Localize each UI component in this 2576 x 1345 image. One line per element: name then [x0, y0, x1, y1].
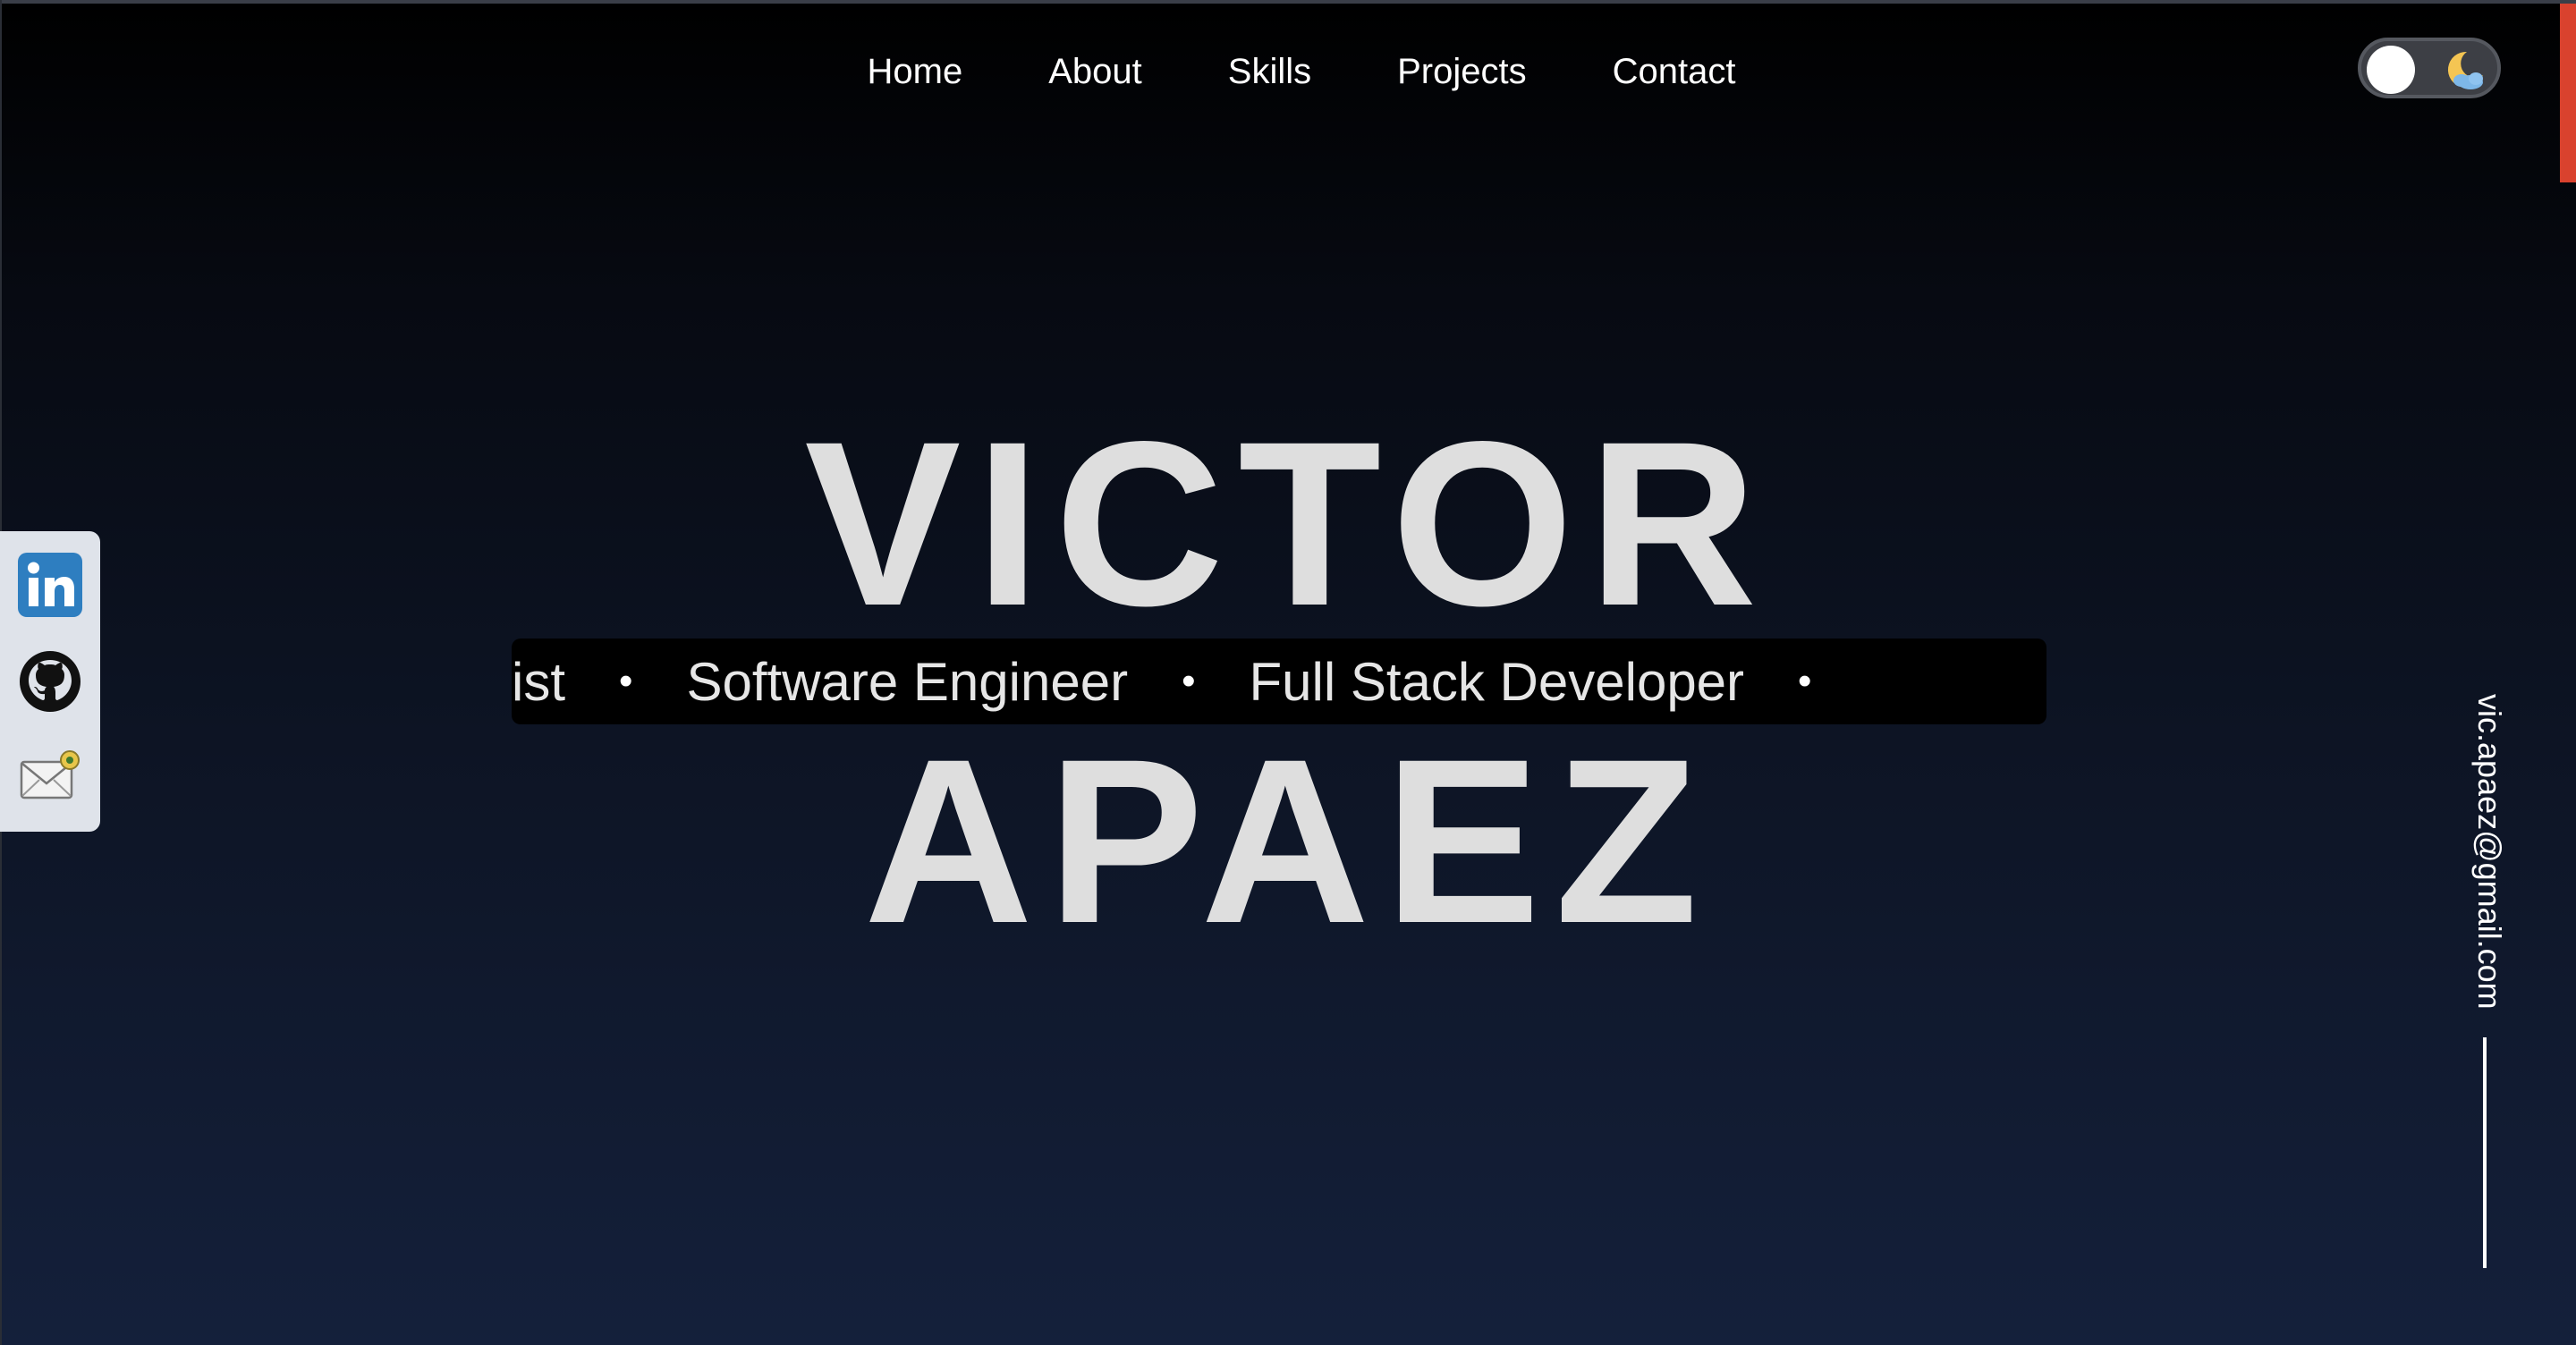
- marquee-separator: •: [619, 659, 633, 703]
- theme-toggle[interactable]: [2358, 38, 2501, 98]
- github-icon[interactable]: [16, 647, 84, 715]
- marquee-separator: •: [1182, 659, 1196, 703]
- side-email-container: vic.apaez@gmail.com: [2458, 694, 2521, 1034]
- toggle-knob: [2367, 46, 2415, 94]
- main-nav: Home About Skills Projects Contact: [0, 47, 2576, 97]
- nav-home-link[interactable]: Home: [825, 47, 1006, 97]
- side-email-link[interactable]: vic.apaez@gmail.com: [2471, 694, 2508, 1010]
- marquee-item: cialist: [512, 651, 566, 712]
- email-icon[interactable]: [16, 746, 84, 814]
- nav-links: Home About Skills Projects Contact: [825, 47, 1779, 97]
- moon-cloud-icon: [2447, 51, 2483, 89]
- nav-contact-link[interactable]: Contact: [1570, 47, 1779, 97]
- linkedin-icon[interactable]: [16, 551, 84, 619]
- nav-skills-link[interactable]: Skills: [1185, 47, 1354, 97]
- nav-projects-link[interactable]: Projects: [1354, 47, 1570, 97]
- marquee-item: Software Engineer: [686, 651, 1129, 712]
- marquee-separator: •: [1798, 659, 1812, 703]
- window-top-border: [0, 0, 2576, 4]
- social-sidebar: [0, 531, 100, 832]
- hero-first-name: VICTOR: [804, 393, 1772, 655]
- marquee-item: Full Stack Developer: [1249, 651, 1745, 712]
- hero-last-name: APAEZ: [863, 710, 1713, 972]
- side-email-divider: [2483, 1037, 2487, 1268]
- nav-about-link[interactable]: About: [1005, 47, 1185, 97]
